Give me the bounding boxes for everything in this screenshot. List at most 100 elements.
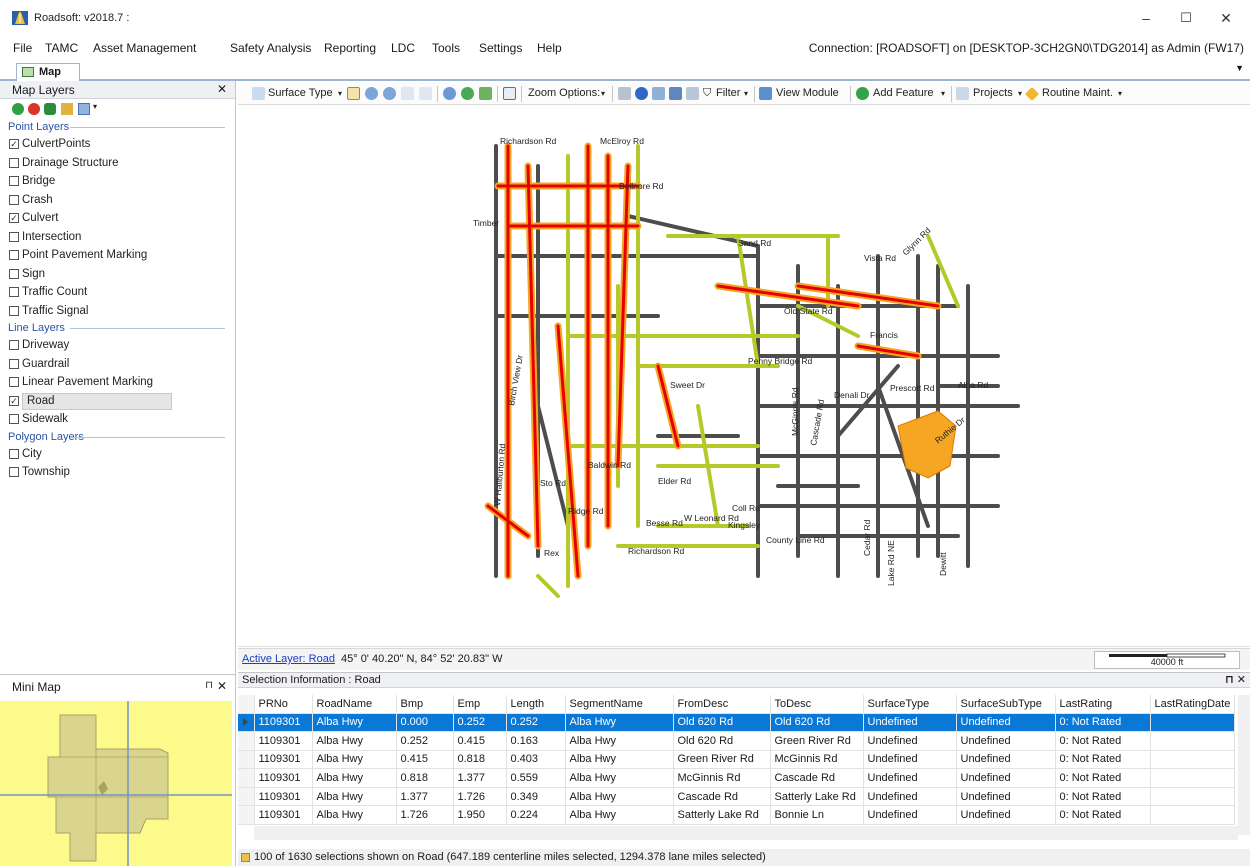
table-cell[interactable] — [1150, 750, 1235, 770]
table-cell[interactable]: 0.559 — [506, 768, 566, 788]
table-cell[interactable] — [1150, 768, 1235, 788]
zoom-layer-icon[interactable] — [461, 87, 474, 100]
chevron-down-icon[interactable]: ▾ — [93, 102, 97, 111]
add-layer-icon[interactable] — [12, 103, 24, 115]
table-cell[interactable]: 1109301 — [254, 750, 313, 770]
select-icon[interactable] — [401, 87, 414, 100]
chevron-down-icon[interactable]: ▾ — [1018, 89, 1022, 98]
table-cell[interactable]: Alba Hwy — [312, 805, 397, 826]
row-header[interactable] — [238, 750, 255, 770]
layer-intersection[interactable]: Intersection — [0, 228, 235, 247]
table-cell[interactable]: Satterly Lake Rd — [673, 805, 771, 826]
filter-dropdown[interactable]: Filter — [716, 87, 740, 99]
layer-township[interactable]: Township — [0, 463, 235, 482]
table-cell[interactable]: 0: Not Rated — [1055, 787, 1151, 807]
table-cell[interactable]: Alba Hwy — [312, 731, 397, 751]
table-cell[interactable]: Undefined — [863, 731, 957, 751]
zoom-in-icon[interactable] — [365, 87, 378, 100]
checkbox[interactable] — [9, 305, 19, 316]
column-header[interactable]: ToDesc — [770, 695, 864, 714]
table-cell[interactable]: Cascade Rd — [673, 787, 771, 807]
table-cell[interactable]: 1.377 — [396, 787, 454, 807]
column-header[interactable]: SurfaceType — [863, 695, 957, 714]
tab-map[interactable]: Map — [16, 63, 80, 81]
table-cell[interactable]: Old 620 Rd — [673, 731, 771, 751]
table-cell[interactable]: 0.403 — [506, 750, 566, 770]
table-cell[interactable]: Green River Rd — [770, 731, 864, 751]
chevron-down-icon[interactable]: ▾ — [744, 89, 748, 98]
table-cell[interactable] — [1150, 713, 1235, 733]
zoom-selection-icon[interactable] — [479, 87, 492, 100]
table-cell[interactable]: 1.726 — [453, 787, 507, 807]
table-row[interactable]: 1109301 Alba Hwy 0.818 1.377 0.559 Alba Hwy Mc… — [238, 768, 1235, 788]
funnel-icon[interactable]: ⛉ — [703, 87, 711, 100]
menu-safety-analysis[interactable]: Safety Analysis — [230, 41, 311, 55]
table-cell[interactable]: Undefined — [863, 750, 957, 770]
add-feature-dropdown[interactable]: Add Feature — [873, 87, 934, 99]
table-cell[interactable]: Alba Hwy — [565, 805, 674, 826]
table-cell[interactable]: Alba Hwy — [565, 731, 674, 751]
checkbox-checked[interactable]: ✓ — [9, 213, 19, 223]
print-icon[interactable] — [618, 87, 631, 100]
zoom-extent-icon[interactable] — [443, 87, 456, 100]
table-cell[interactable]: 1109301 — [254, 768, 313, 788]
layer-city[interactable]: City — [0, 445, 235, 464]
report-icon[interactable] — [669, 87, 682, 100]
table-cell[interactable]: Old 620 Rd — [673, 713, 771, 733]
table-cell[interactable]: Undefined — [863, 768, 957, 788]
row-header[interactable] — [238, 787, 255, 807]
table-cell[interactable]: 0.349 — [506, 787, 566, 807]
table-cell[interactable]: Alba Hwy — [565, 787, 674, 807]
table-cell[interactable]: 0.818 — [453, 750, 507, 770]
clear-selection-icon[interactable] — [503, 87, 516, 100]
menu-file[interactable]: File — [13, 41, 32, 55]
layer-point-pavement-marking[interactable]: Point Pavement Marking — [0, 246, 235, 265]
column-header[interactable]: SurfaceSubType — [956, 695, 1056, 714]
table-cell[interactable]: 0.252 — [506, 713, 566, 733]
table-row[interactable]: 1109301 Alba Hwy 1.377 1.726 0.349 Alba Hwy Ca… — [238, 787, 1235, 807]
info-icon[interactable] — [635, 87, 648, 100]
table-cell[interactable]: Bonnie Ln — [770, 805, 864, 826]
find-icon[interactable] — [686, 87, 699, 100]
tab-list-dropdown-icon[interactable]: ▼ — [1235, 63, 1244, 73]
table-cell[interactable]: Undefined — [956, 768, 1056, 788]
pan-hand-icon[interactable] — [347, 87, 360, 100]
vertical-scrollbar[interactable] — [1238, 695, 1250, 835]
table-cell[interactable]: 0: Not Rated — [1055, 805, 1151, 826]
table-cell[interactable]: Undefined — [956, 750, 1056, 770]
row-header[interactable] — [238, 731, 255, 751]
row-header[interactable] — [238, 768, 255, 788]
menu-settings[interactable]: Settings — [479, 41, 522, 55]
minimize-button[interactable]: – — [1126, 6, 1166, 30]
table-cell[interactable]: 0: Not Rated — [1055, 768, 1151, 788]
column-header[interactable]: Emp — [453, 695, 507, 714]
table-cell[interactable]: Undefined — [863, 787, 957, 807]
menu-help[interactable]: Help — [537, 41, 562, 55]
table-cell[interactable]: Alba Hwy — [312, 750, 397, 770]
table-icon[interactable] — [652, 87, 665, 100]
table-cell[interactable]: Alba Hwy — [565, 713, 674, 733]
checkbox-checked[interactable]: ✓ — [9, 139, 19, 149]
zoom-out-icon[interactable] — [383, 87, 396, 100]
table-row[interactable]: 1109301 Alba Hwy 0.000 0.252 0.252 Alba Hwy Ol… — [238, 713, 1235, 733]
layer-driveway[interactable]: Driveway — [0, 336, 235, 355]
select-polygon-icon[interactable] — [419, 87, 432, 100]
table-cell[interactable]: Green River Rd — [673, 750, 771, 770]
layer-style-icon[interactable] — [44, 103, 56, 115]
table-cell[interactable]: 1.950 — [453, 805, 507, 826]
checkbox[interactable] — [9, 358, 19, 369]
layer-properties-icon[interactable] — [61, 103, 73, 115]
table-cell[interactable]: Alba Hwy — [312, 787, 397, 807]
table-cell[interactable]: Alba Hwy — [312, 768, 397, 788]
menu-tools[interactable]: Tools — [432, 41, 460, 55]
table-cell[interactable]: 0.252 — [453, 713, 507, 733]
layer-crash[interactable]: Crash — [0, 191, 235, 210]
layer-sidewalk[interactable]: Sidewalk — [0, 410, 235, 429]
table-row[interactable]: 1109301 Alba Hwy 1.726 1.950 0.224 Alba Hwy Sa… — [238, 805, 1235, 826]
close-window-button[interactable]: ✕ — [1206, 6, 1246, 30]
chevron-down-icon[interactable]: ▾ — [941, 89, 945, 98]
table-cell[interactable]: 1109301 — [254, 713, 313, 733]
table-cell[interactable]: Alba Hwy — [312, 713, 397, 733]
pin-icon[interactable]: ⊓ — [205, 680, 213, 691]
horizontal-scrollbar[interactable] — [254, 826, 1238, 840]
